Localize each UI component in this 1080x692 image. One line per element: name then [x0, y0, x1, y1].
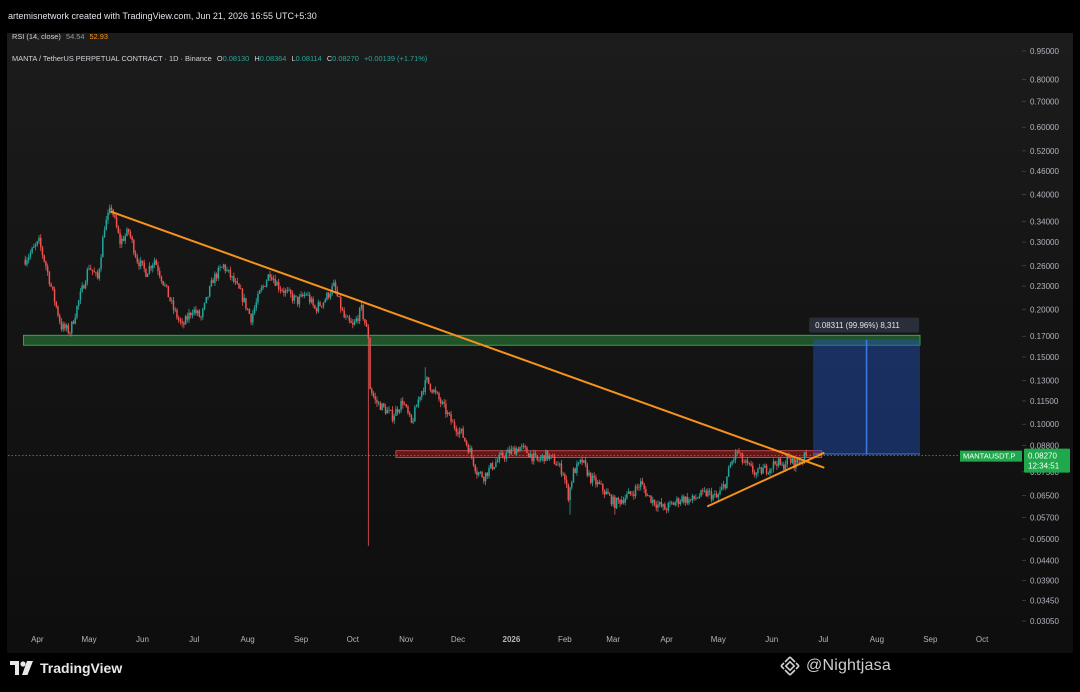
close-value: 0.08270: [332, 54, 359, 63]
ohlc-low: L0.08114: [291, 54, 321, 63]
footer-bar: [0, 653, 1080, 692]
watermark-text: @Nightjasa: [806, 657, 891, 674]
binance-icon: [780, 656, 800, 676]
symbol-legend[interactable]: MANTA / TetherUS PERPETUAL CONTRACT · 1D…: [12, 54, 430, 63]
ohlc-high: H0.08364: [254, 54, 286, 63]
ohlc-close: C0.08270: [327, 54, 359, 63]
tradingview-brand: TradingView: [40, 660, 123, 676]
chart-pane[interactable]: [7, 33, 1073, 653]
ohlc-open: O0.08130: [217, 54, 249, 63]
rsi-legend[interactable]: RSI (14, close) 54.54 52.93: [12, 32, 111, 41]
ohlc-change: +0.00139 (+1.71%): [363, 54, 428, 63]
tradingview-logo-icon: [10, 661, 33, 675]
symbol-title: MANTA / TetherUS PERPETUAL CONTRACT · 1D…: [12, 54, 212, 63]
watermark: @Nightjasa: [780, 656, 891, 676]
top-bar: artemisnetwork created with TradingView.…: [0, 0, 1080, 32]
rsi-value-1: 54.54: [65, 32, 85, 41]
low-value: 0.08114: [295, 54, 322, 63]
tradingview-logo[interactable]: TradingView: [10, 660, 122, 676]
chart-credit: artemisnetwork created with TradingView.…: [8, 11, 317, 21]
high-value: 0.08364: [259, 54, 287, 63]
rsi-value-2: 52.93: [89, 32, 109, 41]
open-value: 0.08130: [222, 54, 250, 63]
rsi-label: RSI (14, close): [12, 32, 61, 41]
